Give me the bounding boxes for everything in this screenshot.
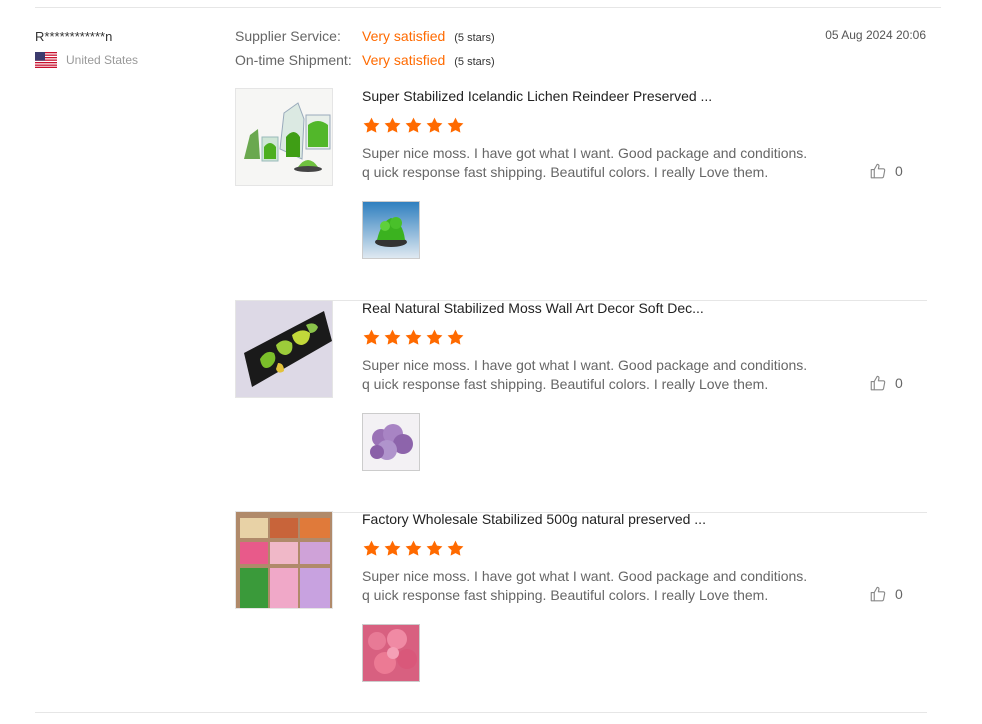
star-icon	[447, 540, 464, 556]
star-rating	[362, 116, 465, 135]
star-rating	[362, 539, 465, 558]
product-title[interactable]: Real Natural Stabilized Moss Wall Art De…	[362, 300, 704, 316]
product-title[interactable]: Super Stabilized Icelandic Lichen Reinde…	[362, 88, 712, 104]
shipment-rating: On-time Shipment: Very satisfied (5 star…	[235, 52, 495, 68]
thumbs-up-icon	[870, 586, 886, 602]
review-text: Super nice moss. I have got what I want.…	[362, 357, 808, 392]
review-text: Super nice moss. I have got what I want.…	[362, 145, 808, 180]
review-photo[interactable]	[362, 413, 420, 471]
star-icon	[363, 117, 380, 133]
supplier-service-value: Very satisfied	[362, 28, 446, 44]
star-icon	[384, 117, 401, 133]
country-label: United States	[66, 53, 139, 67]
review-photo[interactable]	[362, 201, 420, 259]
star-icon	[405, 117, 422, 133]
reviewer-country: United States	[35, 52, 138, 68]
thumbs-up-icon	[870, 163, 886, 179]
shipment-stars: (5 stars)	[454, 56, 495, 68]
supplier-service-label: Supplier Service:	[235, 28, 341, 44]
review-item: Factory Wholesale Stabilized 500g natura…	[235, 511, 927, 723]
like-count: 0	[895, 586, 903, 602]
top-divider	[35, 7, 941, 8]
star-icon	[426, 117, 443, 133]
product-title[interactable]: Factory Wholesale Stabilized 500g natura…	[362, 511, 706, 527]
like-count: 0	[895, 163, 903, 179]
star-icon	[384, 329, 401, 345]
star-icon	[447, 329, 464, 345]
shipment-value: Very satisfied	[362, 52, 446, 68]
supplier-service-rating: Supplier Service: Very satisfied (5 star…	[235, 28, 495, 44]
product-image[interactable]	[235, 511, 333, 609]
like-button[interactable]: 0	[869, 374, 903, 392]
shipment-label: On-time Shipment:	[235, 52, 352, 68]
review-date: 05 Aug 2024 20:06	[825, 28, 926, 42]
us-flag-icon	[35, 52, 57, 68]
reviewer-name: R************n	[35, 29, 113, 44]
like-button[interactable]: 0	[869, 585, 903, 603]
star-icon	[363, 540, 380, 556]
review-photo[interactable]	[362, 624, 420, 682]
like-button[interactable]: 0	[869, 162, 903, 180]
review-text: Super nice moss. I have got what I want.…	[362, 568, 808, 603]
star-icon	[405, 329, 422, 345]
like-count: 0	[895, 375, 903, 391]
review-item: Real Natural Stabilized Moss Wall Art De…	[235, 300, 927, 513]
star-rating	[362, 328, 465, 347]
supplier-service-stars: (5 stars)	[454, 32, 495, 44]
star-icon	[426, 540, 443, 556]
star-icon	[384, 540, 401, 556]
thumbs-up-icon	[870, 375, 886, 391]
star-icon	[426, 329, 443, 345]
bottom-divider	[35, 712, 927, 713]
star-icon	[363, 329, 380, 345]
product-image[interactable]	[235, 300, 333, 398]
star-icon	[405, 540, 422, 556]
star-icon	[447, 117, 464, 133]
review-item: Super Stabilized Icelandic Lichen Reinde…	[235, 88, 927, 301]
product-image[interactable]	[235, 88, 333, 186]
